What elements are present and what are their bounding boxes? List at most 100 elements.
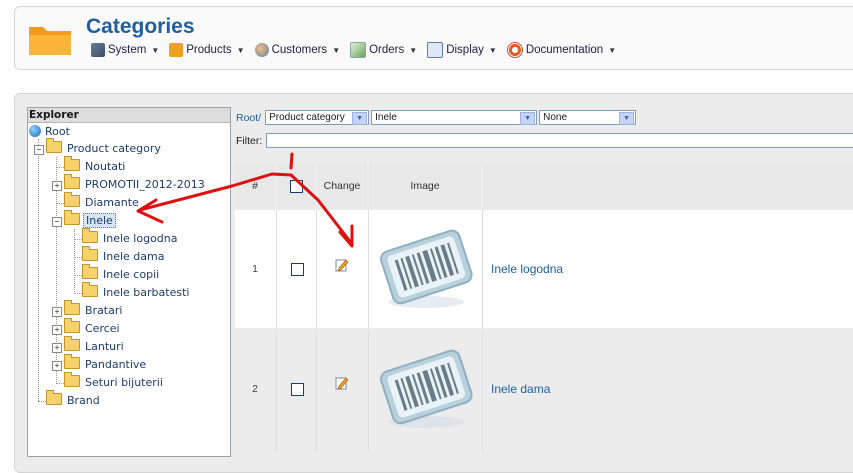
lifebuoy-icon: [506, 42, 523, 58]
row-checkbox[interactable]: [291, 383, 304, 396]
menu-products[interactable]: Products ▼: [169, 42, 245, 58]
category-link[interactable]: Inele dama: [491, 330, 550, 452]
chevron-down-icon: ▼: [332, 45, 341, 55]
collapse-icon[interactable]: −: [34, 145, 44, 155]
expand-icon[interactable]: +: [52, 361, 62, 371]
tree-label: Noutati: [85, 160, 126, 173]
tree-label: Root: [45, 125, 70, 138]
tree-item[interactable]: Lanturi: [64, 336, 126, 355]
tree-label: Inele dama: [103, 250, 165, 263]
row-number: 1: [252, 263, 258, 275]
tree-item[interactable]: PROMOTII_2012-2013: [64, 174, 207, 193]
expand-icon[interactable]: +: [52, 181, 62, 191]
subcategory-select[interactable]: Inele ▼: [371, 110, 538, 125]
folder-icon: [64, 336, 80, 351]
tree-item[interactable]: Seturi bijuterii: [64, 372, 165, 391]
folder-icon: [64, 354, 80, 369]
tree-line: [38, 401, 46, 402]
tree-item[interactable]: Pandantive: [64, 354, 148, 373]
menu-label: Display: [446, 44, 484, 56]
folder-icon: [64, 318, 80, 333]
tree-line: [38, 139, 39, 401]
edit-icon[interactable]: [335, 376, 349, 390]
tree-item[interactable]: Inele dama: [82, 246, 166, 265]
tree-label: PROMOTII_2012-2013: [85, 178, 205, 191]
chevron-down-icon: ▼: [409, 45, 418, 55]
folder-icon: [82, 264, 98, 279]
category-select[interactable]: Product category ▼: [265, 110, 370, 125]
tree-label: Inele: [83, 213, 116, 228]
filter-label: Filter:: [236, 135, 263, 147]
row-checkbox[interactable]: [291, 263, 304, 276]
tree-item[interactable]: Inele logodna: [82, 228, 180, 247]
collapse-icon[interactable]: −: [52, 217, 62, 227]
tree-line: [74, 275, 82, 276]
tree-label: Inele logodna: [103, 232, 178, 245]
menu-system[interactable]: System ▼: [91, 42, 159, 58]
tree-item[interactable]: Diamante: [64, 192, 141, 211]
tree-line: [74, 239, 82, 240]
tree-line: [74, 257, 82, 258]
chevron-down-icon: ▼: [520, 112, 536, 125]
tree-label: Cercei: [85, 322, 120, 335]
folder-icon: [64, 372, 80, 387]
tree-item[interactable]: Cercei: [64, 318, 122, 337]
tree-line: [56, 203, 64, 204]
tree-label: Bratari: [85, 304, 123, 317]
barcode-image: [380, 349, 473, 428]
box-icon: [169, 43, 184, 57]
orders-icon: [350, 42, 367, 58]
folder-icon: [46, 390, 62, 405]
column-header-select: [277, 163, 315, 209]
tree-item[interactable]: Product category: [46, 138, 163, 157]
expand-icon[interactable]: +: [52, 343, 62, 353]
menu-label: Orders: [369, 44, 405, 56]
menu-label: Documentation: [525, 44, 604, 56]
tree-label: Seturi bijuterii: [85, 376, 163, 389]
menu-display[interactable]: Display ▼: [427, 42, 497, 58]
menu-customers[interactable]: Customers ▼: [254, 42, 341, 58]
chevron-down-icon: ▼: [488, 45, 497, 55]
tree-label: Pandantive: [85, 358, 147, 371]
chevron-down-icon: ▼: [236, 45, 245, 55]
row-number: 2: [252, 383, 258, 395]
column-header-change: Change: [317, 163, 367, 209]
chevron-down-icon: ▼: [608, 45, 617, 55]
select-value: Inele: [375, 112, 397, 123]
breadcrumb-root[interactable]: Root/: [236, 112, 261, 124]
breadcrumb: Root/ Product category ▼ Inele ▼ None ▼: [236, 110, 637, 125]
menu-label: Products: [186, 44, 232, 56]
select-all-checkbox[interactable]: [290, 180, 303, 193]
tree-item[interactable]: Brand: [46, 390, 102, 409]
tree-item[interactable]: Inele copii: [82, 264, 161, 283]
tree-item[interactable]: Noutati: [64, 156, 127, 175]
tree-label: Lanturi: [85, 340, 124, 353]
tree-label: Inele copii: [103, 268, 160, 281]
tree-item[interactable]: Bratari: [64, 300, 124, 319]
menu-documentation[interactable]: Documentation ▼: [506, 42, 617, 58]
edit-icon[interactable]: [335, 258, 349, 272]
page-header: Categories System ▼ Products ▼ Customers…: [14, 6, 853, 70]
child-select[interactable]: None ▼: [539, 110, 637, 125]
wrench-icon: [91, 43, 105, 57]
tree-line: [56, 167, 64, 168]
tree-item[interactable]: Inele barbatesti: [82, 282, 191, 301]
category-grid: # Change Image 1 Inele logodna 2 Inele d…: [235, 163, 853, 452]
explorer-panel: Explorer Root − Product category Noutati…: [27, 107, 231, 457]
users-icon: [254, 43, 269, 57]
expand-icon[interactable]: +: [52, 325, 62, 335]
table-row: 1 Inele logodna: [235, 210, 853, 328]
tree-label: Product category: [67, 142, 161, 155]
menu-label: System: [108, 44, 147, 56]
menu-orders[interactable]: Orders ▼: [350, 42, 417, 58]
tree-label: Brand: [67, 394, 100, 407]
tree-line: [56, 383, 64, 384]
expand-icon[interactable]: +: [52, 307, 62, 317]
explorer-title: Explorer: [28, 108, 230, 123]
tree-item-selected[interactable]: Inele: [64, 210, 116, 229]
table-row: 2 Inele dama: [235, 330, 853, 452]
column-header-image: Image: [369, 163, 481, 209]
filter-input[interactable]: [266, 133, 853, 148]
chevron-down-icon: ▼: [352, 112, 368, 125]
category-link[interactable]: Inele logodna: [491, 210, 563, 328]
